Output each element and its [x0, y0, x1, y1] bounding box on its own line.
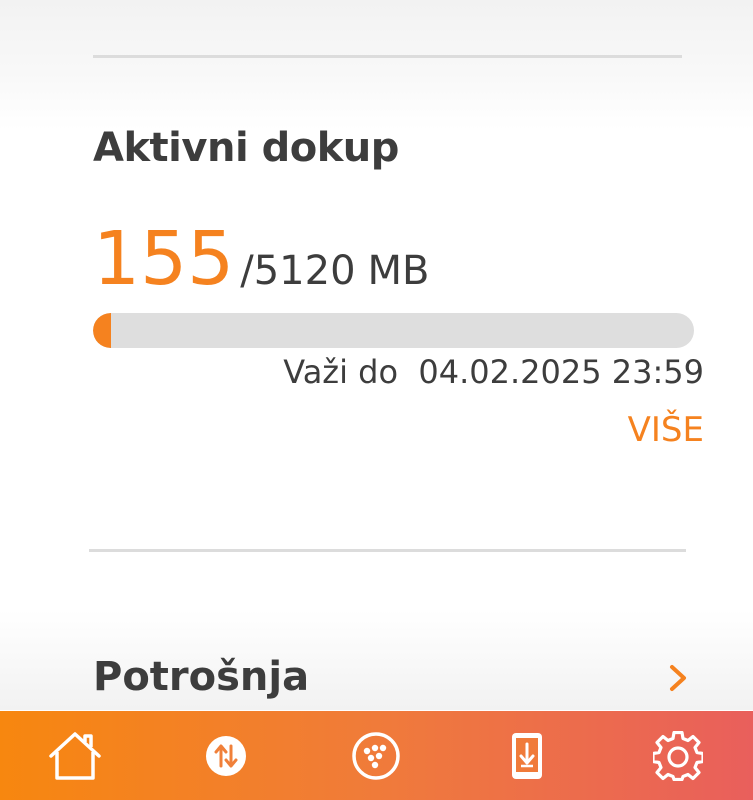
consumption-row[interactable]: Potrošnja [93, 650, 693, 708]
validity-date: 04.02.2025 23:59 [418, 353, 704, 391]
nav-app-download[interactable] [452, 711, 603, 800]
transfer-icon [205, 735, 246, 776]
more-link[interactable]: VIŠE [628, 410, 704, 450]
phone-download-icon [512, 732, 543, 779]
usage-total-value: 5120 [253, 248, 356, 294]
usage-readout: 155 / 5120 MB [93, 222, 429, 296]
chevron-right-icon [670, 665, 686, 691]
validity-text: Važi do 04.02.2025 23:59 [283, 353, 704, 391]
consumption-title: Potrošnja [93, 654, 310, 700]
nav-transfer[interactable] [151, 711, 302, 800]
top-divider [93, 55, 682, 58]
usage-progress-bar [93, 313, 694, 348]
top-fade [0, 0, 753, 130]
usage-separator: / [240, 248, 254, 294]
usage-unit: MB [367, 248, 430, 294]
operator-logo-icon [352, 731, 401, 780]
nav-home[interactable] [0, 711, 151, 800]
nav-operator[interactable] [301, 711, 452, 800]
usage-used-value: 155 [93, 216, 235, 302]
validity-label: Važi do [283, 353, 399, 391]
app-screen: Aktivni dokup 155 / 5120 MB Važi do 04.0… [0, 0, 753, 800]
home-icon [49, 731, 102, 780]
bottom-navigation [0, 711, 753, 800]
mid-divider [89, 549, 686, 552]
settings-gear-icon [652, 730, 703, 781]
nav-settings[interactable] [602, 711, 753, 800]
section-title: Aktivni dokup [93, 125, 399, 171]
usage-progress-fill [93, 313, 112, 348]
